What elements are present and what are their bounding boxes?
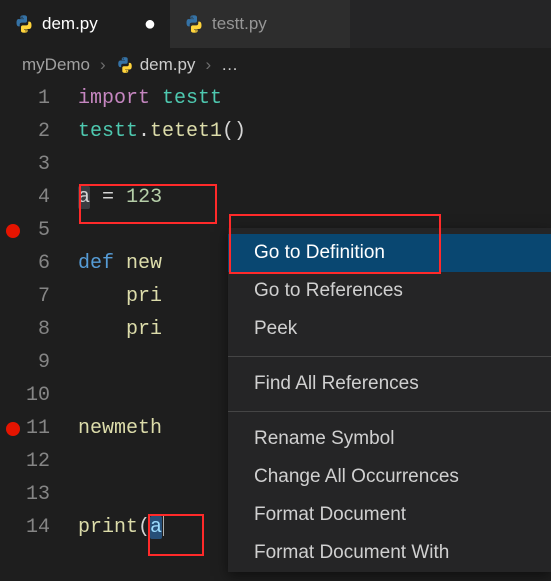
menu-item-go-to-references[interactable]: Go to References [228, 272, 551, 310]
line-number: 11 [0, 412, 78, 445]
chevron-right-icon: › [100, 55, 106, 75]
crumb-file[interactable]: dem.py [116, 55, 196, 75]
menu-item-find-all-references[interactable]: Find All References [228, 365, 551, 403]
line-number: 6 [0, 247, 78, 280]
menu-item-change-all-occurrences[interactable]: Change All Occurrences [228, 458, 551, 496]
line-number: 9 [0, 346, 78, 379]
line-number: 1 [0, 82, 78, 115]
tab-testt-py[interactable]: testt.py [170, 0, 350, 48]
code-line[interactable]: newmeth [78, 412, 162, 445]
tab-label: testt.py [212, 14, 267, 34]
menu-item-rename-symbol[interactable]: Rename Symbol [228, 420, 551, 458]
dirty-indicator-icon: ● [144, 14, 156, 34]
breadcrumb[interactable]: myDemo › dem.py › … [0, 48, 551, 82]
python-icon [184, 14, 204, 34]
code-line[interactable]: print(a [78, 511, 164, 544]
menu-item-go-to-definition[interactable]: Go to Definition [228, 234, 551, 272]
crumb-more[interactable]: … [221, 55, 239, 75]
line-number: 14 [0, 511, 78, 544]
tab-label: dem.py [42, 14, 98, 34]
python-icon [116, 56, 134, 74]
line-number: 5 [0, 214, 78, 247]
menu-separator [228, 356, 551, 357]
menu-separator [228, 411, 551, 412]
menu-item-format-document-with[interactable]: Format Document With [228, 534, 551, 572]
code-line[interactable]: a = 123 [78, 181, 162, 214]
menu-item-peek[interactable]: Peek [228, 310, 551, 348]
line-number: 7 [0, 280, 78, 313]
line-number: 10 [0, 379, 78, 412]
code-line[interactable]: def new [78, 247, 162, 280]
line-number: 13 [0, 478, 78, 511]
tab-bar: dem.py ● testt.py [0, 0, 551, 48]
text-cursor [163, 514, 164, 536]
line-number: 12 [0, 445, 78, 478]
code-line[interactable]: pri [78, 313, 162, 346]
breakpoint-icon[interactable] [6, 224, 20, 238]
breakpoint-icon[interactable] [6, 422, 20, 436]
crumb-root[interactable]: myDemo [22, 55, 90, 75]
code-line[interactable]: testt.tetet1() [78, 115, 246, 148]
menu-item-format-document[interactable]: Format Document [228, 496, 551, 534]
python-icon [14, 14, 34, 34]
code-line[interactable]: pri [78, 280, 162, 313]
line-number: 2 [0, 115, 78, 148]
code-line[interactable]: import testt [78, 82, 222, 115]
context-menu: Go to Definition Go to References Peek F… [228, 228, 551, 572]
line-number: 4 [0, 181, 78, 214]
tab-dem-py[interactable]: dem.py ● [0, 0, 170, 48]
line-number: 3 [0, 148, 78, 181]
chevron-right-icon: › [205, 55, 211, 75]
line-number: 8 [0, 313, 78, 346]
